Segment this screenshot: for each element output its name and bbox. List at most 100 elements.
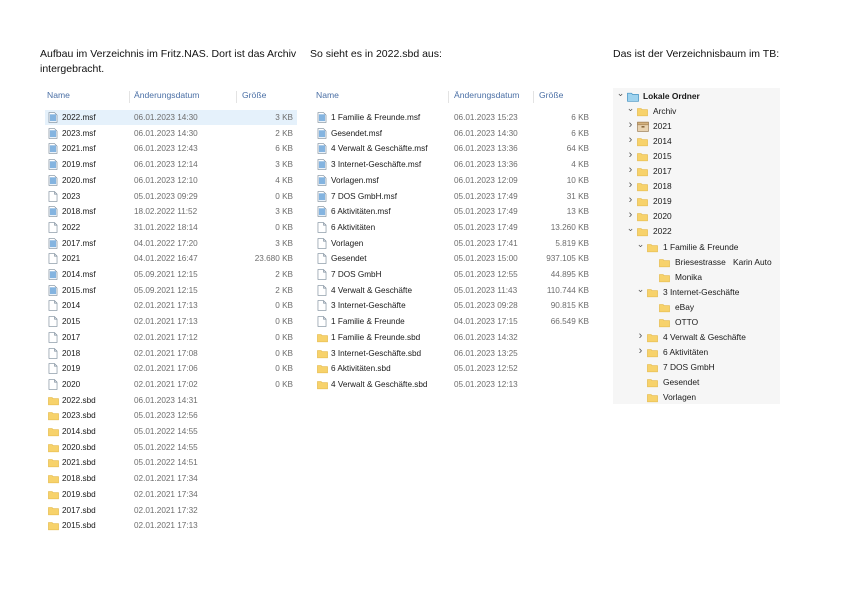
tree-item[interactable]: › 2019 [613, 194, 780, 209]
file-row[interactable]: 1 Familie & Freunde 04.01.2023 17:15 66.54… [314, 314, 592, 329]
chevron-down-icon[interactable]: ⌄ [626, 221, 635, 236]
file-row[interactable]: 2014.sbd 05.01.2022 14:55 [45, 424, 297, 439]
file-row[interactable]: 2021.sbd 05.01.2022 14:51 [45, 455, 297, 470]
file-row[interactable]: 2017.msf 04.01.2022 17:20 3 KB [45, 236, 297, 251]
file-row[interactable]: 6 Aktivitäten.sbd 05.01.2023 12:52 [314, 361, 592, 376]
file-row[interactable]: 2021.msf 06.01.2023 12:43 6 KB [45, 141, 297, 156]
tree-item[interactable]: Vorlagen [613, 390, 780, 405]
tree-item[interactable]: › 2021 [613, 119, 780, 134]
file-row[interactable]: 2019.sbd 02.01.2021 17:34 [45, 487, 297, 502]
chevron-right-icon[interactable]: › [636, 344, 645, 359]
folder-icon [48, 520, 59, 531]
file-row[interactable]: 2015.msf 05.09.2021 12:15 2 KB [45, 283, 297, 298]
file-row[interactable]: 2018.sbd 02.01.2021 17:34 [45, 471, 297, 486]
file-row[interactable]: 2017 02.01.2021 17:12 0 KB [45, 330, 297, 345]
tree-item[interactable]: ⌄ 3 Internet-Geschäfte [613, 282, 780, 300]
column-header-date[interactable]: Änderungsdatum [134, 90, 199, 104]
file-row[interactable]: 2022 31.01.2022 18:14 0 KB [45, 220, 297, 235]
file-row[interactable]: Vorlagen 05.01.2023 17:41 5.819 KB [314, 236, 592, 251]
msf-file-icon [48, 237, 59, 249]
file-row[interactable]: 2023.sbd 05.01.2023 12:56 [45, 408, 297, 423]
file-row[interactable]: 2015.sbd 02.01.2021 17:13 [45, 518, 297, 533]
column-header-name[interactable]: Name [47, 90, 70, 104]
tree-item[interactable]: › 2020 [613, 209, 780, 224]
column-header-size[interactable]: Größe [242, 90, 266, 104]
column-divider[interactable] [236, 91, 237, 103]
chevron-down-icon[interactable]: ⌄ [636, 237, 645, 252]
chevron-right-icon[interactable]: › [626, 178, 635, 193]
file-size: 66.549 KB [550, 317, 589, 327]
file-row[interactable]: 6 Aktivitäten.msf 05.01.2023 17:49 13 KB [314, 204, 592, 219]
file-row[interactable]: 3 Internet-Geschäfte.sbd 06.01.2023 13:25 [314, 346, 592, 361]
file-row[interactable]: 2019.msf 06.01.2023 12:14 3 KB [45, 157, 297, 172]
file-row[interactable]: Gesendet.msf 06.01.2023 14:30 6 KB [314, 126, 592, 141]
file-modified-date: 05.01.2023 12:55 [454, 270, 518, 279]
file-row[interactable]: 2023 05.01.2023 09:29 0 KB [45, 189, 297, 204]
folder-icon [659, 302, 671, 313]
chevron-right-icon[interactable]: › [626, 133, 635, 148]
file-row[interactable]: 2017.sbd 02.01.2021 17:32 [45, 503, 297, 518]
chevron-right-icon[interactable]: › [626, 118, 635, 133]
column-divider[interactable] [129, 91, 130, 103]
column-header-name[interactable]: Name [316, 90, 339, 104]
tree-item[interactable]: › 6 Aktivitäten [613, 345, 780, 360]
file-row[interactable]: 2020 02.01.2021 17:02 0 KB [45, 377, 297, 392]
file-icon [48, 332, 59, 343]
chevron-right-icon[interactable]: › [626, 148, 635, 163]
tree-item[interactable]: 7 DOS GmbH [613, 360, 780, 375]
column-header-date[interactable]: Änderungsdatum [454, 90, 519, 104]
msf-file-icon [48, 206, 59, 217]
file-row[interactable]: 2014 02.01.2021 17:13 0 KB [45, 298, 297, 313]
tree-item[interactable]: › 2017 [613, 164, 780, 179]
file-row[interactable]: 6 Aktivitäten 05.01.2023 17:49 13.260 KB [314, 220, 592, 235]
sbd-file-list: Name Änderungsdatum Größe 1 Familie & Fr… [314, 90, 594, 410]
tree-item[interactable]: ⌄ Lokale Ordner [613, 86, 780, 104]
column-header-size[interactable]: Größe [539, 90, 563, 104]
file-size: 0 KB [275, 364, 293, 374]
file-row[interactable]: 2020.msf 06.01.2023 12:10 4 KB [45, 173, 297, 188]
file-row[interactable]: 2018.msf 18.02.2022 11:52 3 KB [45, 204, 297, 219]
chevron-down-icon[interactable]: ⌄ [636, 282, 645, 297]
file-row[interactable]: 2022.sbd 06.01.2023 14:31 [45, 393, 297, 408]
file-row[interactable]: 4 Verwalt & Geschäfte.msf 06.01.2023 13:3… [314, 141, 592, 156]
file-row[interactable]: 4 Verwalt & Geschäfte 05.01.2023 11:43 110… [314, 283, 592, 298]
column-divider[interactable] [533, 91, 534, 103]
tree-item[interactable]: › 2015 [613, 149, 780, 164]
tree-item[interactable]: › 4 Verwalt & Geschäfte [613, 330, 780, 345]
file-row[interactable]: 1 Familie & Freunde.sbd 06.01.2023 14:32 [314, 330, 592, 345]
file-row[interactable]: 2014.msf 05.09.2021 12:15 2 KB [45, 267, 297, 282]
tree-item[interactable]: OTTO [613, 315, 780, 330]
chevron-right-icon[interactable]: › [626, 193, 635, 208]
chevron-down-icon[interactable]: ⌄ [616, 86, 625, 101]
file-size: 3 KB [275, 207, 293, 217]
file-row[interactable]: 1 Familie & Freunde.msf 06.01.2023 15:23 6… [314, 110, 592, 125]
file-row[interactable]: Gesendet 05.01.2023 15:00 937.105 KB [314, 251, 592, 266]
file-row[interactable]: 2018 02.01.2021 17:08 0 KB [45, 346, 297, 361]
file-row[interactable]: 2020.sbd 05.01.2022 14:55 [45, 440, 297, 455]
file-row[interactable]: 7 DOS GmbH 05.01.2023 12:55 44.895 KB [314, 267, 592, 282]
tree-item[interactable]: Gesendet [613, 375, 780, 390]
file-size: 6 KB [571, 128, 589, 138]
file-row[interactable]: 2022.msf 06.01.2023 14:30 3 KB [45, 110, 297, 125]
file-row[interactable]: 7 DOS GmbH.msf 05.01.2023 17:49 31 KB [314, 189, 592, 204]
file-row[interactable]: 3 Internet-Geschäfte.msf 06.01.2023 13:36… [314, 157, 592, 172]
tree-item[interactable]: › 2018 [613, 179, 780, 194]
file-size: 2 KB [275, 285, 293, 295]
chevron-down-icon[interactable]: ⌄ [626, 101, 635, 116]
file-row[interactable]: 2023.msf 06.01.2023 14:30 2 KB [45, 126, 297, 141]
file-row[interactable]: Vorlagen.msf 06.01.2023 12:09 10 KB [314, 173, 592, 188]
file-row[interactable]: 2021 04.01.2022 16:47 23.680 KB [45, 251, 297, 266]
file-row[interactable]: 4 Verwalt & Geschäfte.sbd 05.01.2023 12:1… [314, 377, 592, 392]
column-divider[interactable] [448, 91, 449, 103]
caption-left-continued: intergebracht. [40, 63, 105, 75]
tree-item[interactable]: › 2014 [613, 134, 780, 149]
file-row[interactable]: 2015 02.01.2021 17:13 0 KB [45, 314, 297, 329]
tree-item[interactable]: eBay [613, 300, 780, 315]
file-row[interactable]: 2019 02.01.2021 17:06 0 KB [45, 361, 297, 376]
tree-item[interactable]: ⌄ Archiv [613, 101, 780, 119]
tree-item[interactable]: ⌄ 1 Familie & Freunde [613, 237, 780, 255]
chevron-right-icon[interactable]: › [636, 329, 645, 344]
chevron-right-icon[interactable]: › [626, 163, 635, 178]
tree-item[interactable]: Briesestrasse Karin Auto [613, 255, 780, 270]
file-row[interactable]: 3 Internet-Geschäfte 05.01.2023 09:28 90.8… [314, 298, 592, 313]
